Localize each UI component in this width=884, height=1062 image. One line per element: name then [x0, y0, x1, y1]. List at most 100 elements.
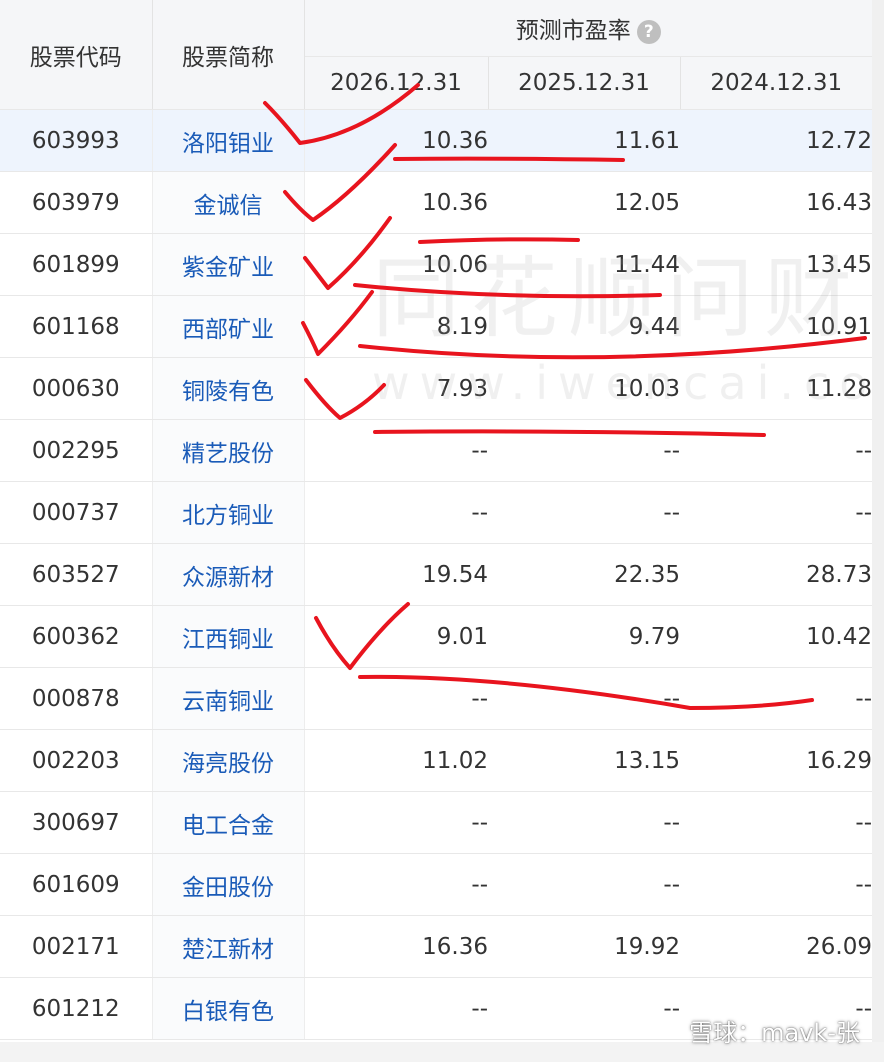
- pe-2026-cell: 9.01: [304, 605, 488, 668]
- pe-2026-cell: 10.36: [304, 109, 488, 172]
- pe-2025-cell: --: [488, 481, 680, 544]
- pe-2025-cell: --: [488, 853, 680, 916]
- stock-code-cell: 603979: [0, 171, 152, 234]
- pe-2026-cell: 11.02: [304, 729, 488, 792]
- stock-code-cell: 601212: [0, 977, 152, 1040]
- stock-code-cell: 002203: [0, 729, 152, 792]
- stock-name-link[interactable]: 金田股份: [151, 853, 305, 916]
- stock-name-link[interactable]: 精艺股份: [151, 419, 305, 482]
- stock-name-link[interactable]: 西部矿业: [151, 295, 305, 358]
- pe-2024-cell: --: [680, 977, 872, 1040]
- pe-2025-cell: --: [488, 791, 680, 854]
- table-row[interactable]: 000737 北方铜业 -- -- --: [0, 481, 872, 544]
- stock-code-cell: 603527: [0, 543, 152, 606]
- stock-code-cell: 603993: [0, 109, 152, 172]
- pe-2025-cell: 19.92: [488, 915, 680, 978]
- pe-2026-cell: 16.36: [304, 915, 488, 978]
- pe-2025-cell: 11.61: [488, 109, 680, 172]
- table-row[interactable]: 601168 西部矿业 8.19 9.44 10.91: [0, 295, 872, 358]
- pe-2026-cell: --: [304, 977, 488, 1040]
- pe-forecast-table: 股票代码 股票简称 预测市盈率? 2026.12.31 2025.12.31 2…: [0, 0, 872, 1040]
- stock-name-link[interactable]: 电工合金: [151, 791, 305, 854]
- pe-2024-cell: 10.91: [680, 295, 872, 358]
- table-row[interactable]: 603979 金诚信 10.36 12.05 16.43: [0, 171, 872, 234]
- pe-2025-cell: 13.15: [488, 729, 680, 792]
- stock-name-link[interactable]: 云南铜业: [151, 667, 305, 730]
- stock-code-cell: 000878: [0, 667, 152, 730]
- pe-2024-cell: --: [680, 481, 872, 544]
- stock-name-link[interactable]: 铜陵有色: [151, 357, 305, 420]
- column-header-2026[interactable]: 2026.12.31: [304, 56, 489, 110]
- pe-2024-cell: --: [680, 419, 872, 482]
- pe-2024-cell: 13.45: [680, 233, 872, 296]
- stock-name-link[interactable]: 白银有色: [151, 977, 305, 1040]
- pe-2025-cell: --: [488, 667, 680, 730]
- stock-code-cell: 000737: [0, 481, 152, 544]
- table-row[interactable]: 601899 紫金矿业 10.06 11.44 13.45: [0, 233, 872, 296]
- table-header: 股票代码 股票简称 预测市盈率? 2026.12.31 2025.12.31 2…: [0, 0, 872, 110]
- pe-2025-cell: 11.44: [488, 233, 680, 296]
- stock-code-cell: 600362: [0, 605, 152, 668]
- column-header-2024[interactable]: 2024.12.31: [680, 56, 872, 110]
- pe-2024-cell: --: [680, 667, 872, 730]
- table-row[interactable]: 601212 白银有色 -- -- --: [0, 977, 872, 1040]
- table-row[interactable]: 002295 精艺股份 -- -- --: [0, 419, 872, 482]
- pe-2026-cell: --: [304, 419, 488, 482]
- pe-2024-cell: --: [680, 791, 872, 854]
- pe-2025-cell: 12.05: [488, 171, 680, 234]
- stock-code-cell: 601899: [0, 233, 152, 296]
- table-row[interactable]: 600362 江西铜业 9.01 9.79 10.42: [0, 605, 872, 668]
- table-row[interactable]: 002203 海亮股份 11.02 13.15 16.29: [0, 729, 872, 792]
- pe-2026-cell: --: [304, 791, 488, 854]
- stock-name-link[interactable]: 紫金矿业: [151, 233, 305, 296]
- table-row[interactable]: 300697 电工合金 -- -- --: [0, 791, 872, 854]
- pe-2026-cell: --: [304, 481, 488, 544]
- pe-2026-cell: 10.36: [304, 171, 488, 234]
- pe-2024-cell: 16.29: [680, 729, 872, 792]
- column-group-forecast-pe: 预测市盈率?: [304, 0, 872, 57]
- pe-2025-cell: 22.35: [488, 543, 680, 606]
- column-header-stock-code[interactable]: 股票代码: [0, 0, 153, 110]
- table-row[interactable]: 000630 铜陵有色 7.93 10.03 11.28: [0, 357, 872, 420]
- table-row[interactable]: 603527 众源新材 19.54 22.35 28.73: [0, 543, 872, 606]
- stock-name-link[interactable]: 江西铜业: [151, 605, 305, 668]
- forecast-pe-title: 预测市盈率: [515, 18, 631, 44]
- column-header-2025[interactable]: 2025.12.31: [488, 56, 681, 110]
- pe-2024-cell: 26.09: [680, 915, 872, 978]
- stock-code-cell: 002295: [0, 419, 152, 482]
- vertical-scrollbar[interactable]: [872, 0, 884, 1062]
- stock-name-link[interactable]: 楚江新材: [151, 915, 305, 978]
- stock-code-cell: 002171: [0, 915, 152, 978]
- pe-2026-cell: --: [304, 667, 488, 730]
- pe-2025-cell: 9.44: [488, 295, 680, 358]
- help-question-icon[interactable]: ?: [636, 19, 661, 44]
- pe-2025-cell: 10.03: [488, 357, 680, 420]
- pe-2024-cell: 16.43: [680, 171, 872, 234]
- stock-name-link[interactable]: 金诚信: [151, 171, 305, 234]
- stock-code-cell: 000630: [0, 357, 152, 420]
- stock-code-cell: 300697: [0, 791, 152, 854]
- pe-2026-cell: 8.19: [304, 295, 488, 358]
- table-row[interactable]: 601609 金田股份 -- -- --: [0, 853, 872, 916]
- pe-2024-cell: 11.28: [680, 357, 872, 420]
- table-row[interactable]: 002171 楚江新材 16.36 19.92 26.09: [0, 915, 872, 978]
- pe-2025-cell: 9.79: [488, 605, 680, 668]
- column-header-stock-name[interactable]: 股票简称: [152, 0, 305, 110]
- stock-code-cell: 601168: [0, 295, 152, 358]
- pe-2024-cell: 28.73: [680, 543, 872, 606]
- stock-pe-forecast-screen: 股票代码 股票简称 预测市盈率? 2026.12.31 2025.12.31 2…: [0, 0, 884, 1062]
- pe-2025-cell: --: [488, 419, 680, 482]
- stock-name-link[interactable]: 北方铜业: [151, 481, 305, 544]
- pe-2026-cell: 10.06: [304, 233, 488, 296]
- stock-name-link[interactable]: 众源新材: [151, 543, 305, 606]
- pe-2026-cell: 19.54: [304, 543, 488, 606]
- stock-name-link[interactable]: 洛阳钼业: [151, 109, 305, 172]
- pe-2026-cell: 7.93: [304, 357, 488, 420]
- table-row[interactable]: 000878 云南铜业 -- -- --: [0, 667, 872, 730]
- pe-2026-cell: --: [304, 853, 488, 916]
- table-body: 603993 洛阳钼业 10.36 11.61 12.72 603979 金诚信 10.36 1…: [0, 109, 872, 1040]
- pe-2024-cell: 12.72: [680, 109, 872, 172]
- stock-name-link[interactable]: 海亮股份: [151, 729, 305, 792]
- table-row[interactable]: 603993 洛阳钼业 10.36 11.61 12.72: [0, 109, 872, 172]
- stock-code-cell: 601609: [0, 853, 152, 916]
